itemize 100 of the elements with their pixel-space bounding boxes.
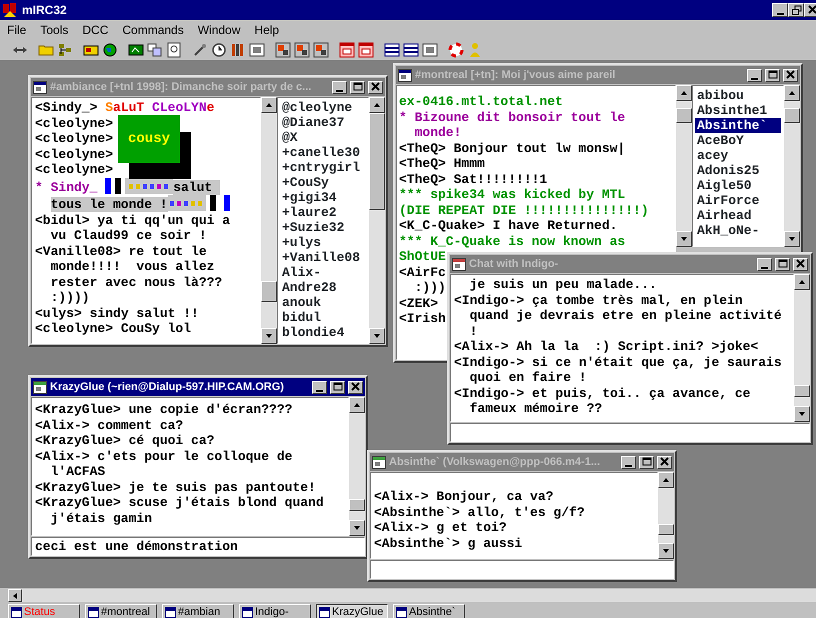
nick-item[interactable]: AkH_oNe- [695,223,781,238]
chat-line: <Absinthe`> g aussi [374,536,522,551]
maximize-button[interactable] [639,456,654,468]
input-field[interactable]: ceci est une démonstration [31,537,365,556]
minimize-button[interactable] [772,3,788,17]
close-button[interactable] [793,258,808,270]
scroll-thumb[interactable] [369,113,385,210]
window-icon[interactable] [358,42,374,58]
scrollbar[interactable] [369,97,385,344]
scroll-thumb[interactable] [658,524,674,535]
restore-icon [790,5,802,15]
image-icon[interactable] [294,42,310,58]
lifebuoy-icon[interactable] [448,42,464,58]
window-icon [242,607,253,618]
down-arrow-icon [373,332,381,340]
nick-item[interactable]: Absinthe` [695,118,781,133]
maximize-button[interactable] [350,80,365,94]
scrollbar[interactable] [261,97,277,344]
menu-item[interactable]: Tools [33,20,76,38]
document-icon[interactable] [166,42,182,58]
scrollbar[interactable] [784,85,800,247]
globe-icon[interactable] [102,42,118,58]
maximize-button[interactable] [765,68,780,82]
nick-item[interactable]: +gigi34 [280,190,366,205]
list-icon[interactable] [384,42,400,58]
chat-line: <ZEK> [399,296,438,311]
switchbar-button[interactable]: KrazyGlue [316,604,388,618]
scrollbar[interactable] [794,274,810,422]
clock-icon[interactable] [211,42,227,58]
nick-item[interactable]: Absinthe1 [695,103,781,118]
nick-item[interactable]: +cntrygirl [280,160,366,175]
input-field[interactable] [370,560,674,579]
nick-item[interactable]: acey [695,148,781,163]
scrollbar[interactable] [658,472,674,559]
scroll-thumb[interactable] [794,385,810,397]
scrollbar[interactable] [676,85,692,247]
nick-item[interactable]: blondie4 [280,325,366,340]
switchbar-button[interactable]: Indigo- [239,604,311,618]
scrollbar[interactable] [8,588,816,602]
close-button[interactable] [804,3,816,17]
image-icon[interactable] [249,42,265,58]
chat-line: ShOtUE [399,249,446,264]
windows-icon[interactable] [147,42,163,58]
image-icon[interactable] [422,42,438,58]
scroll-thumb[interactable] [784,108,800,124]
scroll-thumb[interactable] [676,108,692,124]
nick-item[interactable]: bidul [280,310,366,325]
minimize-button[interactable] [757,258,772,270]
image-icon[interactable] [275,42,291,58]
image-icon[interactable] [313,42,329,58]
close-button[interactable] [783,68,798,82]
nick-item[interactable]: Aigle50 [695,178,781,193]
scroll-thumb[interactable] [349,498,365,512]
nick-item[interactable]: Alix- [280,265,366,280]
menu-item[interactable]: Window [190,20,248,38]
nick-item[interactable]: AirForce [695,193,781,208]
nick-item[interactable]: @cleolyne [280,100,366,115]
menu-item[interactable]: Commands [115,20,191,38]
nick-item[interactable]: @Diane37 [280,115,366,130]
minimize-button[interactable] [747,68,762,82]
switchbar-button[interactable]: Absinthe` [393,604,465,618]
nick-item[interactable]: +laure2 [280,205,366,220]
restore-button[interactable] [788,3,804,17]
nick-item[interactable]: Andre28 [280,280,366,295]
scroll-thumb[interactable] [261,280,277,302]
chat-line: <Absinthe`> allo, t'es g/f? [374,504,585,520]
nick-item[interactable]: +CouSy [280,175,366,190]
input-field[interactable] [450,423,810,442]
maximize-button[interactable] [330,380,345,394]
close-icon [659,457,670,467]
list-icon[interactable] [403,42,419,58]
nick-item[interactable]: +Suzie32 [280,220,366,235]
grid-icon[interactable] [230,42,246,58]
switchbar-button[interactable]: #ambian [162,604,234,618]
nick-item[interactable]: +Vanille08 [280,250,366,265]
action-nick: * Sindy_ [35,180,98,194]
nick-item[interactable]: AceBoY [695,133,781,148]
close-button[interactable] [348,380,363,394]
scrollbar[interactable] [349,397,365,536]
nick-item[interactable]: +ulys [280,235,366,250]
nick-item[interactable]: +canelle30 [280,145,366,160]
wand-icon[interactable] [192,42,208,58]
minimize-button[interactable] [312,380,327,394]
nick-item[interactable]: Adonis25 [695,163,781,178]
close-button[interactable] [368,80,383,94]
screen-icon[interactable] [128,42,144,58]
tree-icon[interactable] [57,42,73,58]
maximize-button[interactable] [775,258,790,270]
window-icon[interactable] [339,42,355,58]
minimize-button[interactable] [332,80,347,94]
close-button[interactable] [657,456,672,468]
switchbar-button[interactable]: #montreal [85,604,157,618]
nick-item[interactable]: anouk [280,295,366,310]
nick-item[interactable]: @X [280,130,366,145]
menu-item[interactable]: Help [247,20,286,38]
menu-item[interactable]: DCC [75,20,116,38]
nick-item[interactable]: abibou [695,88,781,103]
menu-item[interactable]: File [0,20,34,38]
minimize-button[interactable] [621,456,636,468]
nick-item[interactable]: Airhead [695,208,781,223]
